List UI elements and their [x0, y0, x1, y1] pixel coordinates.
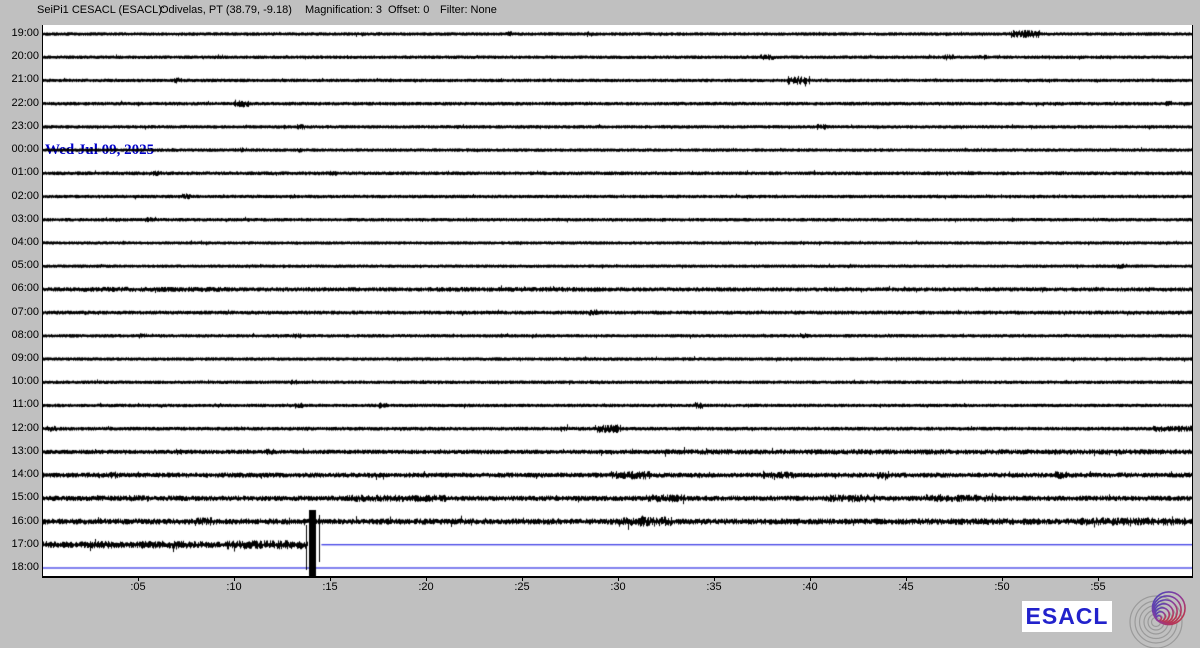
row-label: 18:00 [0, 561, 39, 574]
row-label: 09:00 [0, 352, 39, 365]
row-label: 13:00 [0, 445, 39, 458]
esacl-seismic-rings-icon [1126, 591, 1194, 648]
row-label: 17:00 [0, 538, 39, 551]
x-tick-label: :45 [898, 581, 913, 594]
magnification-label: Magnification: 3 [305, 3, 382, 17]
x-tick-label: :05 [130, 581, 145, 594]
row-label: 01:00 [0, 166, 39, 179]
station-id-label: SeiPi1 CESACL (ESACL): [37, 3, 165, 17]
row-label: 23:00 [0, 120, 39, 133]
row-label: 07:00 [0, 306, 39, 319]
x-tick-label: :15 [322, 581, 337, 594]
x-tick-label: :25 [514, 581, 529, 594]
esacl-wordmark: ESACL [1022, 601, 1112, 632]
x-tick-label: :50 [994, 581, 1009, 594]
x-tick-label: :40 [802, 581, 817, 594]
filter-label: Filter: None [440, 3, 497, 17]
row-label: 03:00 [0, 213, 39, 226]
row-label: 08:00 [0, 329, 39, 342]
row-label: 02:00 [0, 190, 39, 203]
row-label: 14:00 [0, 468, 39, 481]
row-label: 19:00 [0, 27, 39, 40]
row-label: 04:00 [0, 236, 39, 249]
row-label: 11:00 [0, 398, 39, 411]
offset-label: Offset: 0 [388, 3, 429, 17]
x-tick-label: :30 [610, 581, 625, 594]
row-label: 05:00 [0, 259, 39, 272]
row-label: 16:00 [0, 515, 39, 528]
row-label: 06:00 [0, 282, 39, 295]
row-label: 15:00 [0, 491, 39, 504]
row-label: 10:00 [0, 375, 39, 388]
row-label: 20:00 [0, 50, 39, 63]
helicorder-plot-area: Wed Jul 09, 2025 [42, 25, 1193, 578]
x-tick-label: :10 [226, 581, 241, 594]
row-label: 22:00 [0, 97, 39, 110]
row-label: 21:00 [0, 73, 39, 86]
row-label: 12:00 [0, 422, 39, 435]
x-tick-label: :55 [1090, 581, 1105, 594]
helicorder-canvas[interactable] [43, 25, 1192, 576]
x-tick-label: :35 [706, 581, 721, 594]
x-tick-label: :20 [418, 581, 433, 594]
row-label: 00:00 [0, 143, 39, 156]
helicorder-window: SeiPi1 CESACL (ESACL): Odivelas, PT (38.… [0, 0, 1200, 648]
station-location-label: Odivelas, PT (38.79, -9.18) [160, 3, 292, 17]
